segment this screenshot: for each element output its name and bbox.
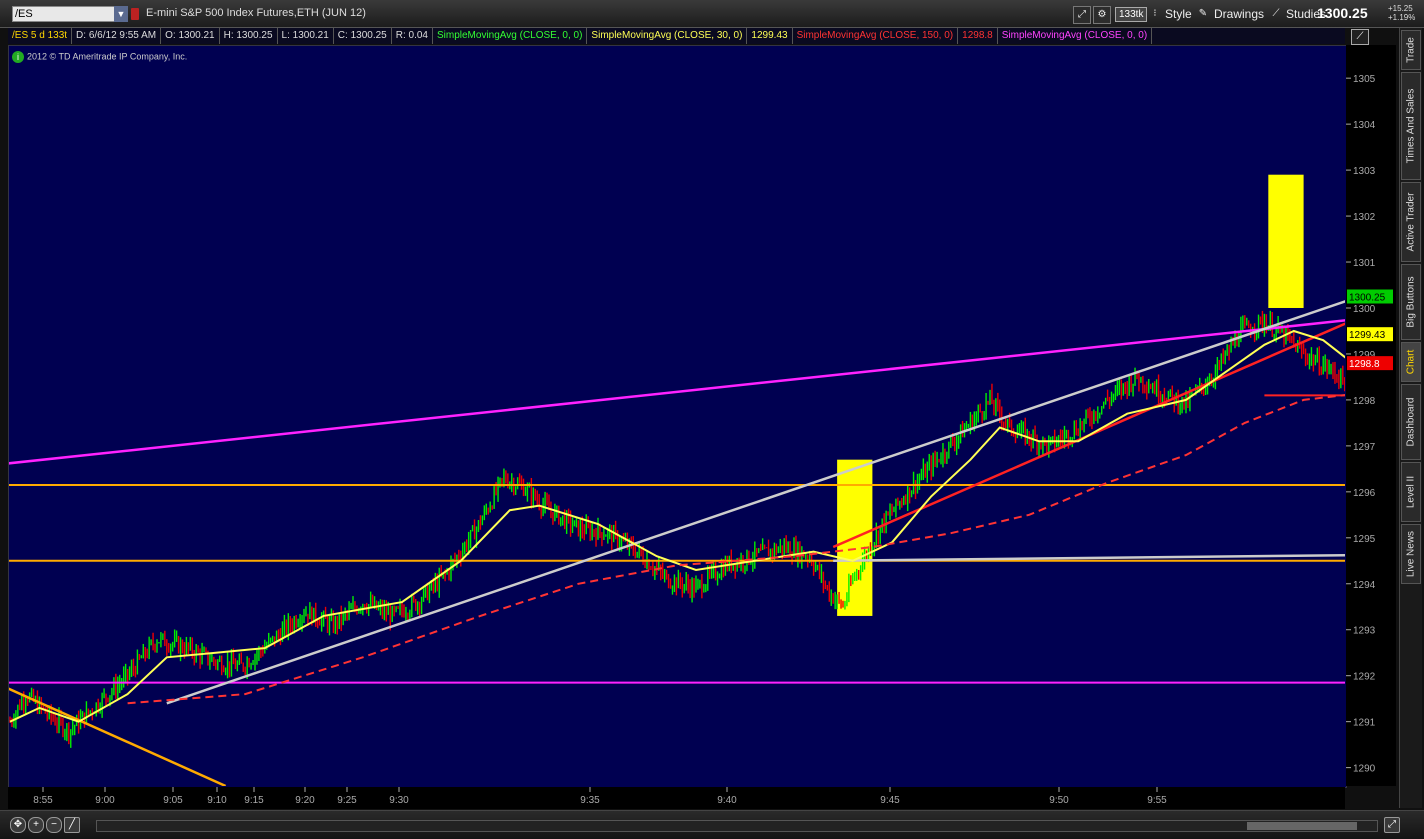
x-tick-label: 8:55 [33, 795, 53, 806]
plot-layer [9, 174, 1345, 786]
scrollbar-thumb[interactable] [1247, 822, 1357, 830]
chart-scrollbar[interactable] [96, 820, 1378, 832]
y-tick-label: 1304 [1353, 120, 1376, 131]
y-tick-label: 1301 [1353, 258, 1376, 269]
x-tick-label: 9:00 [95, 795, 115, 806]
trendline-0 [9, 319, 1345, 465]
y-tick-label: 1300 [1353, 304, 1376, 315]
tab-trade[interactable]: Trade [1401, 30, 1421, 70]
y-tick-label: 1294 [1353, 580, 1376, 591]
study-line-1 [127, 394, 1345, 705]
x-tick-label: 9:10 [207, 795, 227, 806]
bottom-toolbar: ✥ + − ╱ ⤢ [0, 810, 1424, 839]
y-tick-label: 1303 [1353, 166, 1376, 177]
x-tick-label: 9:15 [244, 795, 264, 806]
tab-times-and-sales-label: Times And Sales [1405, 88, 1417, 164]
x-tick-label: 9:45 [880, 795, 900, 806]
trendline-1 [166, 300, 1345, 705]
draw-line-icon[interactable]: ╱ [64, 817, 80, 833]
x-tick-label: 9:50 [1049, 795, 1069, 806]
zoom-out-icon[interactable]: − [46, 817, 62, 833]
y-tick-label: 1291 [1353, 718, 1376, 729]
pan-icon[interactable]: ✥ [10, 817, 26, 833]
tab-dashboard-label: Dashboard [1405, 397, 1417, 447]
tab-active-trader-label: Active Trader [1405, 192, 1417, 252]
tab-active-trader[interactable]: Active Trader [1401, 182, 1421, 262]
chart-svg: 1290 1291 1292 1293 1294 1295 1296 1297 1298 1299… [9, 74, 1393, 806]
tab-dashboard[interactable]: Dashboard [1401, 384, 1421, 460]
x-tick-label: 9:35 [580, 795, 600, 806]
trendline-4 [9, 687, 227, 786]
x-tick-label: 9:25 [337, 795, 357, 806]
tab-live-news-label: Live News [1405, 530, 1417, 578]
y-tick-label: 1298 [1353, 396, 1376, 407]
y-tick-label: 1292 [1353, 672, 1376, 683]
zoom-in-icon[interactable]: + [28, 817, 44, 833]
copyright-text: 2012 © TD Ameritrade IP Company, Inc. [27, 51, 188, 62]
x-tick-label: 9:40 [717, 795, 737, 806]
tab-times-and-sales[interactable]: Times And Sales [1401, 72, 1421, 180]
price-label-1: 1299.43 [1349, 330, 1386, 341]
tab-level-ii-label: Level II [1405, 475, 1417, 509]
tab-big-buttons[interactable]: Big Buttons [1401, 264, 1421, 340]
y-tick-label: 1290 [1353, 764, 1376, 775]
copyright-notice: i 2012 © TD Ameritrade IP Company, Inc. [12, 51, 187, 63]
y-tick-label: 1295 [1353, 534, 1376, 545]
y-tick-label: 1296 [1353, 488, 1376, 499]
trendline-2 [833, 553, 1345, 563]
expand-icon[interactable]: ⤢ [1384, 817, 1400, 833]
x-tick-label: 9:05 [163, 795, 183, 806]
tab-trade-label: Trade [1405, 37, 1417, 63]
highlight-box-1 [1268, 174, 1304, 308]
y-tick-label: 1305 [1353, 74, 1376, 85]
info-icon[interactable]: i [12, 51, 24, 63]
y-tick-label: 1302 [1353, 212, 1376, 223]
x-tick-label: 9:55 [1147, 795, 1167, 806]
chart-settings-icon[interactable]: ⟋ [1351, 29, 1369, 45]
y-tick-label: 1297 [1353, 442, 1376, 453]
y-tick-label: 1293 [1353, 626, 1376, 637]
tab-level-ii[interactable]: Level II [1401, 462, 1421, 522]
x-tick-label: 9:30 [389, 795, 409, 806]
tab-chart[interactable]: Chart [1401, 342, 1421, 382]
tab-big-buttons-label: Big Buttons [1405, 276, 1417, 328]
price-label-0: 1300.25 [1349, 292, 1386, 303]
tab-chart-label: Chart [1405, 349, 1417, 375]
tab-live-news[interactable]: Live News [1401, 524, 1421, 584]
right-sidebar: Trade Times And Sales Active Trader Big … [1399, 28, 1422, 808]
price-label-2: 1298.8 [1349, 359, 1380, 370]
x-tick-label: 9:20 [295, 795, 315, 806]
